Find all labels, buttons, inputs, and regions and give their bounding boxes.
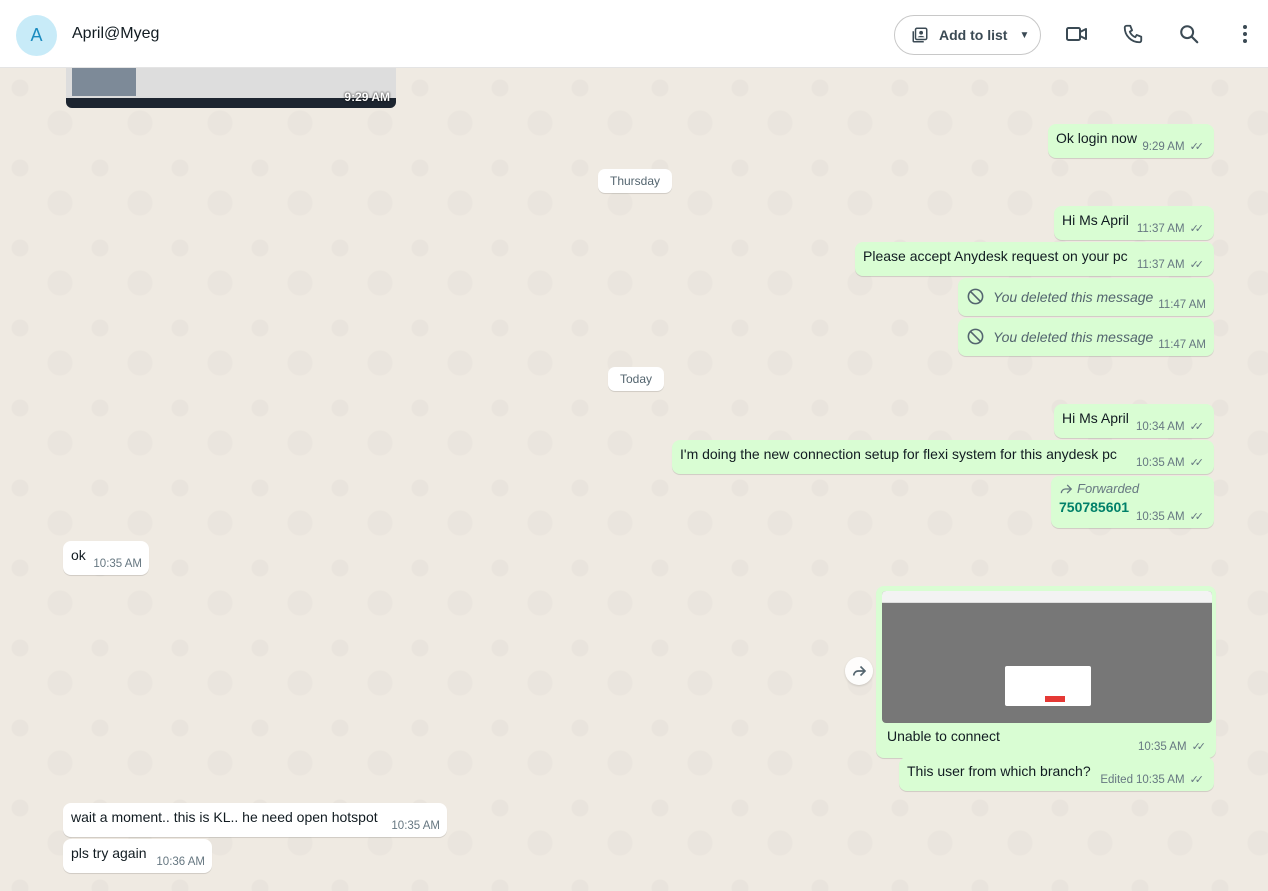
message-time: 11:47 AM (1158, 339, 1206, 351)
message-time: 11:47 AM (1158, 299, 1206, 311)
message-bubble[interactable]: Hi Ms April 11:37 AM ✓✓ (1054, 206, 1214, 240)
message-text: I'm doing the new connection setup for f… (680, 446, 1117, 462)
message-bubble[interactable]: wait a moment.. this is KL.. he need ope… (63, 803, 447, 837)
double-check-icon: ✓✓ (1189, 511, 1205, 523)
forwarded-label: Forwarded (1077, 481, 1140, 496)
double-check-icon: ✓✓ (1189, 259, 1205, 271)
message-time: 11:37 AM (1136, 258, 1185, 271)
date-divider: Today (608, 367, 665, 391)
search-icon[interactable] (1177, 22, 1201, 46)
image-message-bubble[interactable]: Unable to connect 10:35 AM ✓✓ (876, 586, 1216, 758)
message-bubble[interactable]: Hi Ms April 10:34 AM ✓✓ (1054, 404, 1214, 438)
date-label: Today (620, 372, 653, 386)
image-message[interactable]: 9:29 AM (66, 68, 396, 108)
message-bubble[interactable]: ok 10:35 AM (63, 541, 149, 575)
message-time: 10:35 AM (1135, 773, 1185, 786)
contacts-icon (912, 27, 928, 43)
forward-button[interactable] (845, 657, 873, 685)
message-bubble[interactable]: Please accept Anydesk request on your pc… (855, 242, 1214, 276)
edited-label: Edited (1100, 773, 1133, 786)
forwarded-message-bubble[interactable]: Forwarded 750785601 10:35 AM ✓✓ (1051, 476, 1214, 528)
image-dialog (1005, 666, 1091, 706)
message-text: You deleted this message (993, 288, 1154, 305)
date-label: Thursday (610, 174, 661, 188)
message-bubble[interactable]: pls try again 10:36 AM (63, 839, 212, 873)
avatar[interactable]: A (16, 15, 57, 56)
message-bubble[interactable]: Ok login now 9:29 AM ✓✓ (1048, 124, 1214, 158)
image-browser-bar (882, 591, 1212, 603)
blocked-icon (967, 288, 984, 305)
message-time: 10:34 AM (1135, 420, 1185, 433)
message-time: 10:35 AM (1137, 740, 1187, 753)
double-check-icon: ✓✓ (1189, 774, 1205, 786)
chat-header: A April@Myeg Add to list ▼ (0, 0, 1268, 68)
message-text: Hi Ms April (1062, 212, 1129, 228)
message-time: 10:35 AM (1135, 510, 1185, 523)
forward-icon (852, 665, 867, 677)
message-time: 10:35 AM (1135, 456, 1185, 469)
message-bubble[interactable]: I'm doing the new connection setup for f… (672, 440, 1214, 474)
message-bubble[interactable]: This user from which branch? Edited 10:35… (899, 757, 1214, 791)
double-check-icon: ✓✓ (1191, 741, 1207, 753)
message-time: 9:29 AM (344, 90, 390, 104)
deleted-message-bubble[interactable]: You deleted this message 11:47 AM (958, 278, 1214, 316)
message-text: wait a moment.. this is KL.. he need ope… (71, 809, 378, 825)
double-check-icon: ✓✓ (1189, 223, 1205, 235)
message-text: ok (71, 547, 86, 563)
video-call-icon[interactable] (1065, 22, 1089, 46)
image-caption: Unable to connect (887, 728, 1000, 744)
double-check-icon: ✓✓ (1189, 421, 1205, 433)
deleted-message-bubble[interactable]: You deleted this message 11:47 AM (958, 318, 1214, 356)
contact-name[interactable]: April@Myeg (72, 25, 159, 43)
image-thumbnail (72, 68, 136, 96)
message-time: 11:37 AM (1136, 222, 1185, 235)
blocked-icon (967, 328, 984, 345)
add-to-list-label: Add to list (939, 27, 1008, 43)
message-time: 10:36 AM (156, 856, 205, 868)
message-time: 9:29 AM (1142, 140, 1185, 153)
message-time: 10:35 AM (391, 820, 440, 832)
double-check-icon: ✓✓ (1189, 141, 1205, 153)
chevron-down-icon: ▼ (1019, 29, 1030, 41)
phone-icon[interactable] (1121, 22, 1145, 46)
forward-icon (1060, 483, 1073, 494)
add-to-list-button[interactable]: Add to list ▼ (894, 15, 1041, 55)
message-text: Please accept Anydesk request on your pc (863, 248, 1128, 264)
message-text: pls try again (71, 845, 147, 861)
more-vert-icon[interactable] (1233, 22, 1257, 46)
screenshot-image[interactable] (882, 591, 1212, 723)
double-check-icon: ✓✓ (1189, 457, 1205, 469)
message-text: You deleted this message (993, 328, 1154, 345)
message-text: Hi Ms April (1062, 410, 1129, 426)
message-text: This user from which branch? (907, 763, 1091, 779)
date-divider: Thursday (598, 169, 673, 193)
message-time: 10:35 AM (93, 558, 142, 570)
chat-area[interactable]: 9:29 AM Ok login now 9:29 AM ✓✓ Thursday … (0, 68, 1268, 891)
message-text: Ok login now (1056, 130, 1137, 146)
